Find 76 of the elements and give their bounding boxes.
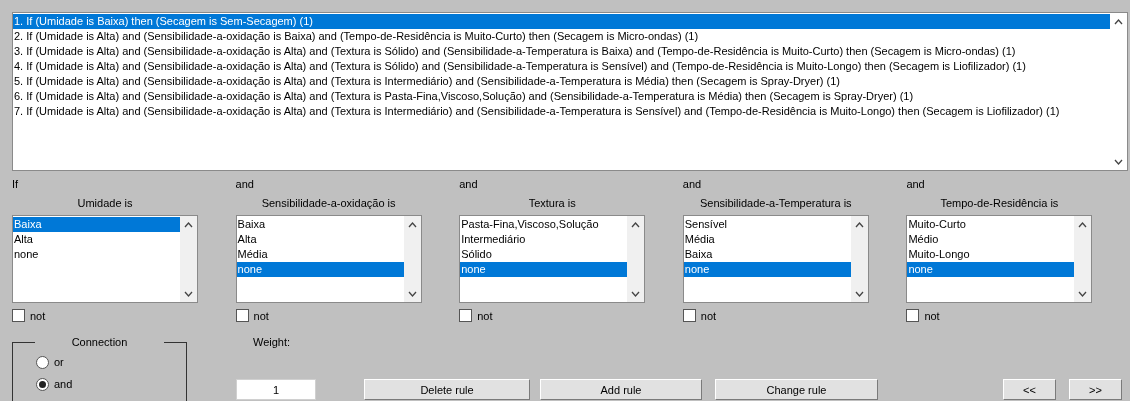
nav-button[interactable]: >>	[1069, 379, 1122, 400]
membership-item[interactable]: Média	[236, 247, 404, 262]
not-label: not	[477, 309, 493, 322]
scroll-up-icon[interactable]	[407, 222, 417, 228]
not-checkbox[interactable]	[682, 309, 696, 322]
variable-label: Sensibilidade-a-oxidação is	[260, 197, 397, 210]
scroll-down-icon[interactable]	[631, 291, 641, 297]
rule-item[interactable]: 3. If (Umidade is Alta) and (Sensibilidade-a-oxidação is Alta) and (Textura is Sólido) and (Sensibilidade-a-Temperatura is Baixa) and (Tempo-de-Residência is Muito-Curto) then (Secagem is Micro-ondas) (1)	[13, 44, 1110, 59]
membership-item[interactable]: Baixa	[236, 217, 404, 232]
scroll-up-icon[interactable]	[1078, 222, 1088, 228]
membership-item[interactable]: Baixa	[13, 217, 180, 232]
rule-button[interactable]: Add rule	[540, 379, 702, 400]
radio-button[interactable]	[36, 355, 49, 369]
weight-field[interactable]: 1	[236, 379, 316, 400]
rule-item[interactable]: 5. If (Umidade is Alta) and (Sensibilidade-a-oxidação is Alta) and (Textura is Intermediário) and (Sensibilidade-a-Temperatura is Média) then (Secagem is Spray-Dryer) (1)	[13, 74, 1110, 89]
rule-item[interactable]: 6. If (Umidade is Alta) and (Sensibilidade-a-oxidação is Alta) and (Textura is Pasta-Fina,Viscoso,Solução) and (Sensibilidade-a-Temperatura is Média) then (Secagem is Spray-Dryer) (1)	[13, 89, 1110, 104]
weight-label: Weight:	[253, 336, 292, 348]
membership-item[interactable]: none	[460, 262, 628, 277]
nav-button[interactable]: <<	[1003, 379, 1056, 400]
rule-item[interactable]: 1. If (Umidade is Baixa) then (Secagem is Sem-Secagem) (1)	[13, 14, 1110, 29]
connector-label: and	[682, 178, 702, 191]
membership-item[interactable]: none	[13, 247, 180, 262]
membership-item[interactable]: Alta	[236, 232, 404, 247]
not-checkbox[interactable]	[12, 309, 25, 322]
scroll-down-icon[interactable]	[1078, 291, 1088, 297]
radio-label: and	[54, 378, 73, 390]
membership-item[interactable]: Pasta-Fina,Viscoso,Solução	[460, 217, 628, 232]
radio-label: or	[54, 356, 64, 368]
radio-button[interactable]	[36, 377, 49, 391]
membership-item[interactable]: Sólido	[460, 247, 628, 262]
membership-item[interactable]: Alta	[13, 232, 180, 247]
membership-list[interactable]: Baixa Alta none	[12, 215, 198, 303]
membership-item[interactable]: Muito-Longo	[907, 247, 1075, 262]
scroll-down-icon[interactable]	[184, 291, 193, 297]
connector-label: If	[12, 178, 19, 191]
not-checkbox[interactable]	[235, 309, 249, 322]
variable-label: Sensibilidade-a-Temperatura is	[698, 197, 853, 210]
rule-item[interactable]: 2. If (Umidade is Alta) and (Sensibilidade-a-oxidação is Baixa) and (Tempo-de-Residência is Muito-Curto) then (Secagem is Micro-ondas) (1)	[13, 29, 1110, 44]
membership-item[interactable]: none	[236, 262, 404, 277]
membership-item[interactable]: Intermediário	[460, 232, 628, 247]
not-label: not	[700, 309, 717, 322]
membership-item[interactable]: none	[907, 262, 1075, 277]
not-label: not	[30, 309, 46, 322]
not-checkbox[interactable]	[459, 309, 473, 322]
membership-item[interactable]: none	[683, 262, 851, 277]
not-checkbox[interactable]	[906, 309, 920, 322]
scroll-up-icon[interactable]	[631, 222, 641, 228]
membership-item[interactable]: Média	[683, 232, 851, 247]
variable-label: Textura is	[527, 197, 577, 210]
membership-list[interactable]: Muito-Curto Médio Muito-Longo none	[906, 215, 1093, 303]
connector-label: and	[235, 178, 254, 191]
rule-button[interactable]: Change rule	[715, 379, 878, 400]
connection-title: Connection	[35, 335, 164, 349]
scroll-down-icon[interactable]	[1114, 159, 1123, 165]
not-label: not	[253, 309, 269, 322]
scroll-up-icon[interactable]	[854, 222, 864, 228]
variable-label: Tempo-de-Residência is	[939, 197, 1060, 210]
scroll-down-icon[interactable]	[854, 291, 864, 297]
membership-list[interactable]: Sensível Média Baixa none	[682, 215, 869, 303]
rule-button[interactable]: Delete rule	[364, 379, 530, 400]
variable-label: Umidade is	[76, 197, 134, 210]
rule-item[interactable]: 7. If (Umidade is Alta) and (Sensibilidade-a-oxidação is Alta) and (Textura is Intermediário) and (Sensibilidade-a-Temperatura is Sensível) and (Tempo-de-Residência is Muito-Longo) then (Secagem is Liofilizador) (1)	[13, 104, 1110, 119]
membership-item[interactable]: Muito-Curto	[907, 217, 1075, 232]
membership-item[interactable]: Médio	[907, 232, 1075, 247]
membership-list[interactable]: Pasta-Fina,Viscoso,Solução Intermediário Sólido none	[459, 215, 646, 303]
membership-list[interactable]: Baixa Alta Média none	[235, 215, 422, 303]
rule-list[interactable]	[12, 12, 1128, 171]
scroll-up-icon[interactable]	[184, 222, 193, 228]
scroll-up-icon[interactable]	[1114, 19, 1123, 25]
not-label: not	[924, 309, 940, 322]
rule-item[interactable]: 4. If (Umidade is Alta) and (Sensibilidade-a-oxidação is Alta) and (Textura is Sólido) and (Sensibilidade-a-Temperatura is Sensível) and (Tempo-de-Residência is Muito-Longo) then (Secagem is Liofilizador) (1)	[13, 59, 1110, 74]
connector-label: and	[906, 178, 925, 191]
scroll-down-icon[interactable]	[407, 291, 417, 297]
membership-item[interactable]: Sensível	[683, 217, 851, 232]
membership-item[interactable]: Baixa	[683, 247, 851, 262]
connector-label: and	[459, 178, 478, 191]
